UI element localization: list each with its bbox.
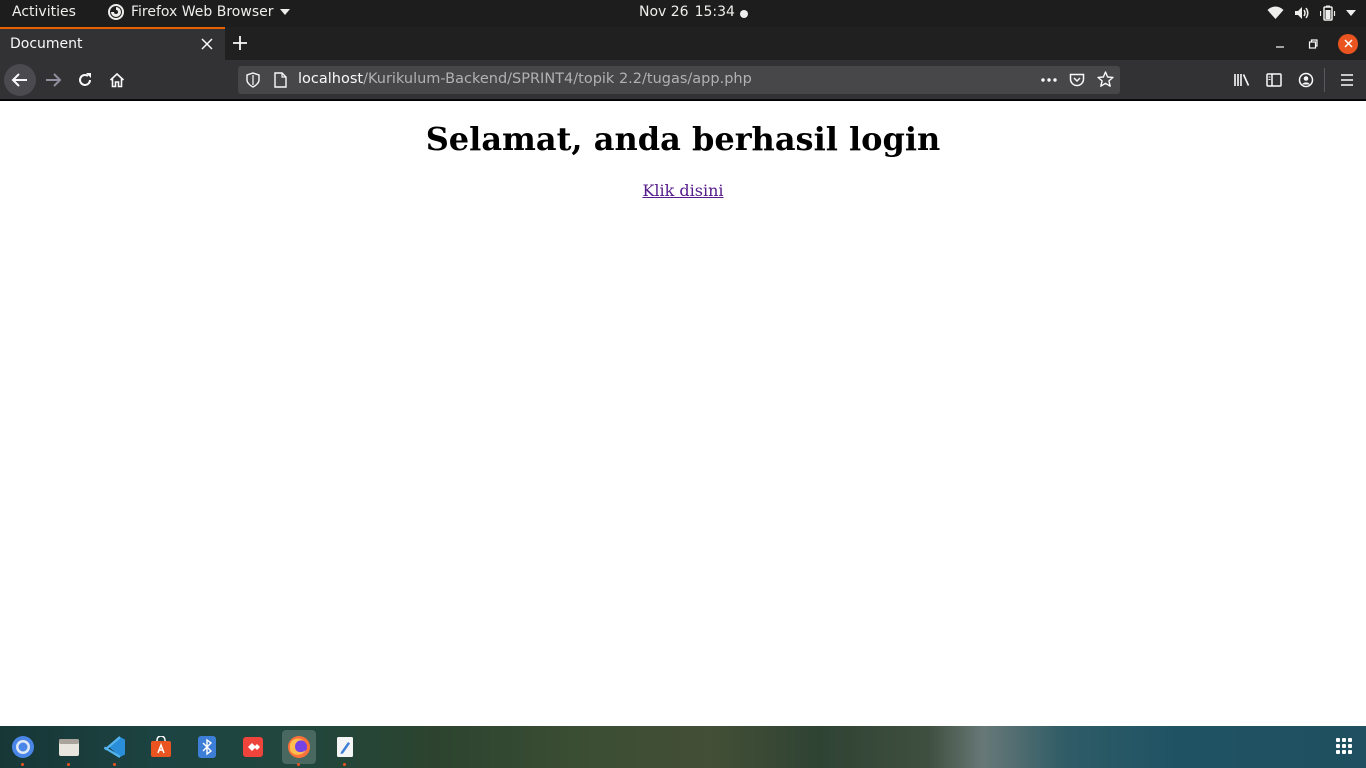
app-menu[interactable]: Firefox Web Browser bbox=[108, 4, 290, 20]
anydesk-icon bbox=[243, 737, 263, 757]
dock-software[interactable] bbox=[144, 730, 178, 764]
toolbar-divider bbox=[1324, 68, 1325, 92]
maximize-button[interactable] bbox=[1303, 27, 1323, 60]
minimize-icon bbox=[1276, 45, 1284, 48]
dock-bluetooth[interactable] bbox=[190, 730, 224, 764]
firefox-icon bbox=[288, 736, 310, 758]
new-tab-icon[interactable] bbox=[232, 35, 248, 51]
url-host: localhost bbox=[298, 71, 364, 87]
chevron-down-icon bbox=[279, 9, 290, 15]
show-applications-grid-icon[interactable] bbox=[1336, 738, 1352, 754]
arrow-right-icon bbox=[46, 73, 62, 87]
dock-text-editor[interactable] bbox=[328, 730, 362, 764]
running-indicator-vscode bbox=[113, 763, 116, 766]
app-menu-label: Firefox Web Browser bbox=[131, 4, 274, 20]
sidebar-icon bbox=[1266, 73, 1282, 87]
battery-icon bbox=[1320, 5, 1336, 21]
tab-strip: Document bbox=[0, 27, 1366, 60]
dock-chrome[interactable] bbox=[6, 730, 40, 764]
tab-title: Document bbox=[10, 36, 83, 52]
arrow-left-icon bbox=[11, 73, 27, 87]
running-indicator-firefox bbox=[297, 763, 300, 766]
dock-firefox[interactable] bbox=[282, 730, 316, 764]
library-icon bbox=[1234, 74, 1250, 86]
home-icon bbox=[109, 72, 125, 88]
volume-icon bbox=[1295, 7, 1309, 19]
clock-date: Nov 26 bbox=[639, 4, 689, 20]
page-content: Selamat, anda berhasil login Klik disini bbox=[0, 101, 1366, 726]
firefox-icon bbox=[108, 4, 124, 20]
reload-icon bbox=[79, 73, 91, 86]
tracking-protection-shield-icon[interactable] bbox=[246, 72, 260, 88]
software-icon bbox=[151, 736, 171, 757]
files-icon bbox=[59, 739, 79, 756]
sidebar-button[interactable] bbox=[1264, 70, 1284, 90]
text-editor-icon bbox=[337, 737, 353, 757]
close-window-circle bbox=[1338, 33, 1358, 54]
restore-icon bbox=[1308, 38, 1318, 49]
account-icon bbox=[1298, 72, 1314, 88]
gnome-top-bar: Activities Firefox Web Browser Nov 26 15:… bbox=[0, 0, 1366, 27]
account-button[interactable] bbox=[1296, 70, 1316, 90]
system-menu-chevron-icon bbox=[1346, 10, 1356, 16]
dock-anydesk[interactable] bbox=[236, 730, 270, 764]
back-button[interactable] bbox=[4, 64, 36, 96]
forward-button[interactable] bbox=[37, 64, 69, 96]
running-indicator-files bbox=[67, 763, 70, 766]
pocket-icon[interactable] bbox=[1069, 72, 1085, 88]
clock[interactable]: Nov 26 15:34 bbox=[639, 4, 735, 20]
page-actions-ellipsis-icon[interactable] bbox=[1041, 73, 1057, 87]
ubuntu-dock bbox=[0, 726, 1366, 768]
bookmark-star-icon[interactable] bbox=[1097, 71, 1114, 88]
chrome-icon bbox=[12, 736, 34, 758]
library-button[interactable] bbox=[1232, 70, 1252, 90]
klik-disini-link[interactable]: Klik disini bbox=[642, 181, 723, 200]
running-indicator-chrome bbox=[21, 763, 24, 766]
dock-files[interactable] bbox=[52, 730, 86, 764]
open-menu-button[interactable] bbox=[1337, 70, 1357, 90]
tab-document[interactable]: Document bbox=[0, 27, 225, 60]
system-tray[interactable] bbox=[1267, 5, 1356, 21]
close-window-button[interactable] bbox=[1337, 27, 1359, 60]
page-heading: Selamat, anda berhasil login bbox=[425, 120, 941, 158]
reload-button[interactable] bbox=[69, 64, 101, 96]
url-bar[interactable]: localhost/Kurikulum-Backend/SPRINT4/topi… bbox=[238, 66, 1120, 94]
url-text[interactable]: localhost/Kurikulum-Backend/SPRINT4/topi… bbox=[298, 71, 752, 87]
home-button[interactable] bbox=[101, 64, 133, 96]
bluetooth-icon bbox=[198, 736, 216, 758]
hamburger-menu-icon bbox=[1341, 74, 1353, 86]
close-icon bbox=[1343, 39, 1353, 48]
link-paragraph: Klik disini bbox=[0, 181, 1366, 200]
wifi-icon bbox=[1267, 6, 1284, 19]
navigation-toolbar: localhost/Kurikulum-Backend/SPRINT4/topi… bbox=[0, 60, 1366, 100]
page-info-icon[interactable] bbox=[274, 72, 287, 88]
clock-time: 15:34 bbox=[694, 4, 735, 20]
activities-button[interactable]: Activities bbox=[12, 4, 76, 20]
dock-vscode[interactable] bbox=[98, 730, 132, 764]
close-tab-icon[interactable] bbox=[201, 38, 213, 50]
notification-dot-icon bbox=[740, 10, 748, 18]
minimize-button[interactable] bbox=[1270, 27, 1290, 60]
url-path: /Kurikulum-Backend/SPRINT4/topik 2.2/tug… bbox=[363, 71, 752, 87]
running-indicator-text-editor bbox=[343, 763, 346, 766]
vscode-icon bbox=[104, 736, 125, 758]
